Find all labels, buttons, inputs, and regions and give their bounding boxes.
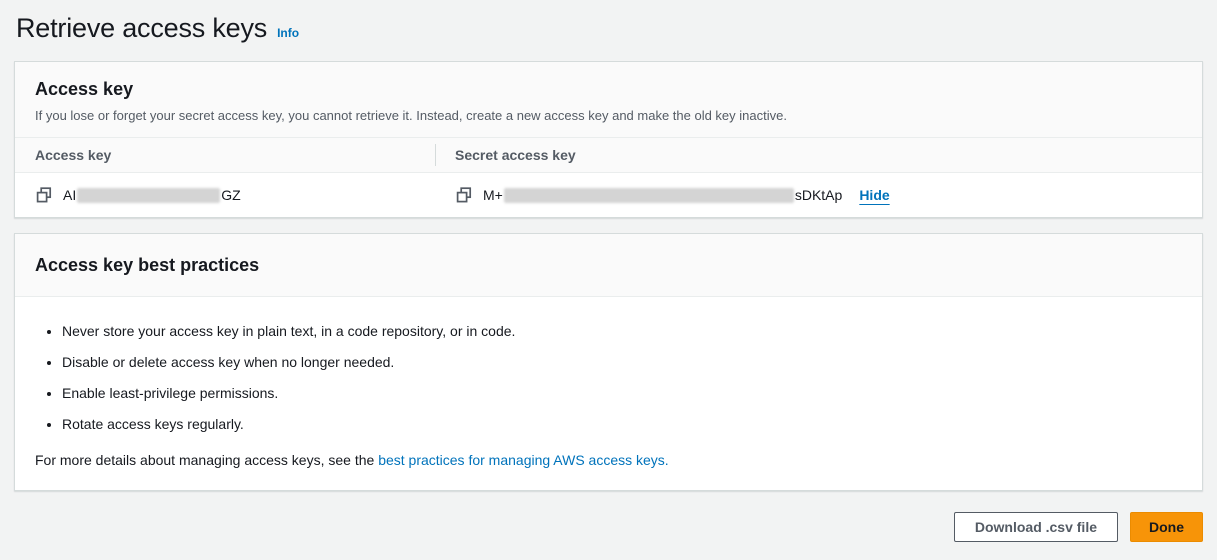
best-practice-item: Disable or delete access key when no lon… bbox=[62, 353, 1182, 371]
more-details-text: For more details about managing access k… bbox=[35, 452, 1182, 468]
column-header-secret-access-key: Secret access key bbox=[435, 138, 1202, 172]
info-link[interactable]: Info bbox=[277, 26, 299, 40]
key-table-header: Access key Secret access key bbox=[15, 138, 1202, 173]
done-button[interactable]: Done bbox=[1130, 512, 1203, 542]
access-key-value: AI GZ bbox=[63, 187, 241, 203]
secret-access-key-cell: M+ sDKtAp Hide bbox=[435, 173, 1202, 217]
best-practices-card-body: Never store your access key in plain tex… bbox=[15, 297, 1202, 490]
copy-access-key-icon[interactable] bbox=[35, 186, 53, 204]
retrieve-access-keys-page: Retrieve access keys Info Access key If … bbox=[0, 0, 1217, 542]
page-title: Retrieve access keys bbox=[16, 13, 267, 44]
best-practices-list: Never store your access key in plain tex… bbox=[35, 322, 1182, 433]
best-practice-item: Rotate access keys regularly. bbox=[62, 415, 1182, 433]
access-key-card-header: Access key If you lose or forget your se… bbox=[15, 62, 1202, 138]
secret-key-prefix: M+ bbox=[483, 187, 503, 203]
footer-actions: Download .csv file Done bbox=[14, 512, 1203, 542]
download-csv-button[interactable]: Download .csv file bbox=[954, 512, 1118, 542]
access-key-cell: AI GZ bbox=[15, 173, 435, 217]
secret-key-suffix: sDKtAp bbox=[795, 187, 842, 203]
access-key-redacted-bar bbox=[77, 188, 220, 203]
best-practices-card-title: Access key best practices bbox=[35, 255, 1182, 276]
access-key-card: Access key If you lose or forget your se… bbox=[14, 61, 1203, 218]
copy-secret-key-icon[interactable] bbox=[455, 186, 473, 204]
access-key-prefix: AI bbox=[63, 187, 76, 203]
more-details-prefix: For more details about managing access k… bbox=[35, 452, 378, 468]
access-key-suffix: GZ bbox=[221, 187, 240, 203]
access-key-card-description: If you lose or forget your secret access… bbox=[35, 107, 1182, 124]
best-practice-item: Never store your access key in plain tex… bbox=[62, 322, 1182, 340]
key-table-row: AI GZ M+ sDKtAp Hide bbox=[15, 173, 1202, 217]
best-practices-card: Access key best practices Never store yo… bbox=[14, 233, 1203, 491]
best-practice-item: Enable least-privilege permissions. bbox=[62, 384, 1182, 402]
page-header: Retrieve access keys Info bbox=[14, 0, 1203, 61]
best-practices-link[interactable]: best practices for managing AWS access k… bbox=[378, 452, 669, 468]
secret-key-redacted-bar bbox=[504, 188, 794, 203]
best-practices-card-header: Access key best practices bbox=[15, 234, 1202, 297]
hide-secret-key-link[interactable]: Hide bbox=[859, 187, 889, 203]
access-key-card-title: Access key bbox=[35, 79, 1182, 100]
column-header-access-key: Access key bbox=[15, 138, 435, 172]
secret-access-key-value: M+ sDKtAp bbox=[483, 187, 842, 203]
